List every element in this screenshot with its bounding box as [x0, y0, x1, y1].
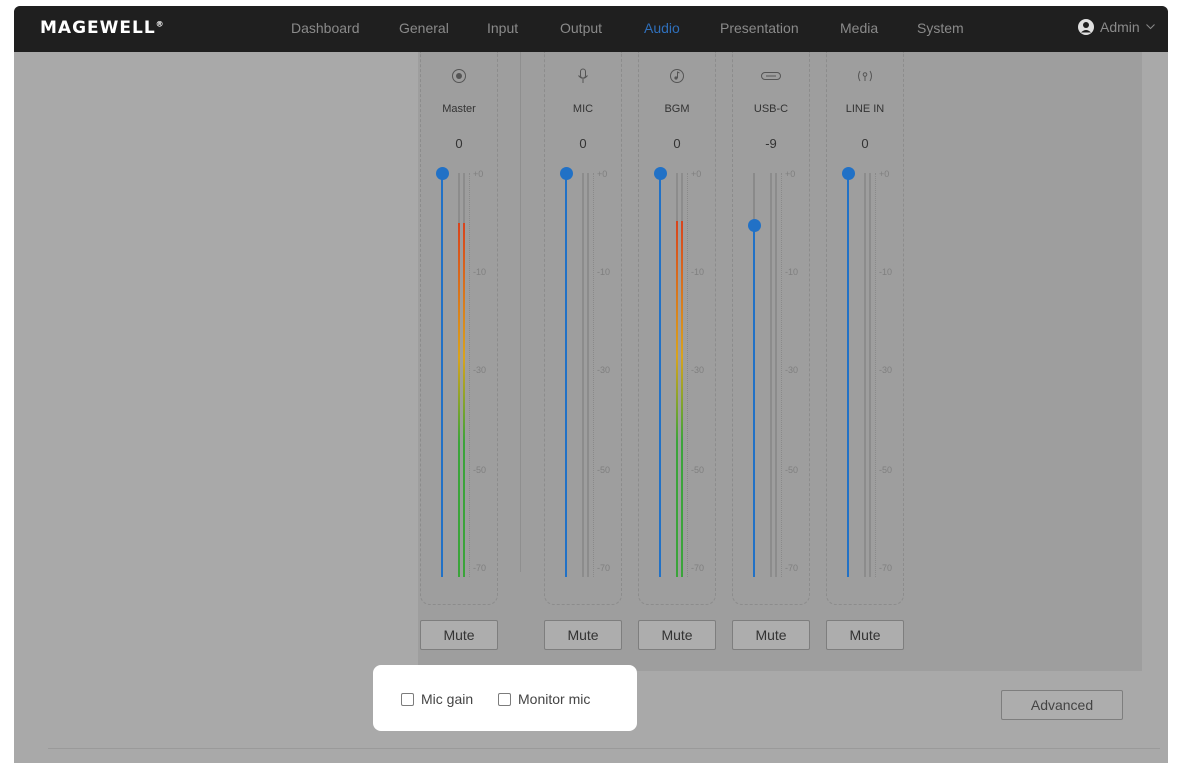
- usb-c-icon: [761, 72, 781, 80]
- scale-tick: -30: [691, 365, 705, 375]
- user-avatar-icon: [1078, 19, 1094, 35]
- nav-media[interactable]: Media: [840, 20, 878, 36]
- level-meter-left: [676, 173, 678, 577]
- master-divider: [520, 52, 521, 572]
- nav-audio[interactable]: Audio: [644, 20, 680, 36]
- scale-tick: -10: [879, 267, 893, 277]
- scale-tick: -30: [879, 365, 893, 375]
- volume-fader-knob[interactable]: [654, 167, 667, 180]
- browser-window: MAGEWELL® Dashboard General Input Output…: [14, 6, 1168, 763]
- mute-button-mic[interactable]: Mute: [544, 620, 622, 650]
- scale-tick: -70: [785, 563, 799, 573]
- level-meter-left: [458, 173, 460, 577]
- level-meter-right: [681, 173, 683, 577]
- channel-strip-bgm: BGM 0 +0 -10 -30 -50 -70: [638, 52, 716, 605]
- scale-tick: -30: [597, 365, 611, 375]
- magewell-logo[interactable]: MAGEWELL®: [40, 18, 165, 38]
- scale-tick: -30: [785, 365, 799, 375]
- record-icon: [452, 69, 466, 83]
- scale-tick: -10: [473, 267, 487, 277]
- mic-gain-checkbox[interactable]: [401, 692, 414, 706]
- scale-tick: -70: [473, 563, 487, 573]
- level-meter-left: [864, 173, 866, 577]
- microphone-icon: [578, 68, 588, 83]
- advanced-button[interactable]: Advanced: [1001, 690, 1123, 720]
- channel-strip-usb-c: USB-C -9 +0 -10 -30 -50 -70: [732, 52, 810, 605]
- logo-text: MAGEWELL: [40, 18, 156, 38]
- scale-tick: -10: [785, 267, 799, 277]
- level-meter-left: [582, 173, 584, 577]
- channel-value: 0: [861, 136, 869, 151]
- scale-tick: +0: [597, 169, 608, 179]
- nav-input[interactable]: Input: [487, 20, 518, 36]
- volume-fader-fill: [753, 224, 755, 577]
- mute-button-line-in[interactable]: Mute: [826, 620, 904, 650]
- channel-name: LINE IN: [845, 103, 885, 115]
- level-meter-right: [869, 173, 871, 577]
- volume-fader-knob[interactable]: [842, 167, 855, 180]
- user-menu[interactable]: Admin: [1078, 19, 1155, 35]
- volume-fader-knob[interactable]: [560, 167, 573, 180]
- level-meter-right: [775, 173, 777, 577]
- scale-tick: -50: [879, 465, 893, 475]
- scale-tick: -70: [597, 563, 611, 573]
- logo-trademark: ®: [155, 19, 165, 29]
- nav-presentation[interactable]: Presentation: [720, 20, 799, 36]
- channel-name: USB-C: [753, 103, 789, 115]
- scale-tick: +0: [691, 169, 702, 179]
- level-meter-right: [463, 173, 465, 577]
- scale-tick: -50: [691, 465, 705, 475]
- channel-value: -9: [765, 136, 777, 151]
- scale-tick: +0: [879, 169, 890, 179]
- mute-button-usb-c[interactable]: Mute: [732, 620, 810, 650]
- music-note-icon: [670, 69, 684, 83]
- volume-fader-knob[interactable]: [436, 167, 449, 180]
- audio-page-content: Master 0 +0 -10 -30 -50 -70 MIC 0 +0 -10…: [48, 52, 1160, 763]
- scale-tick: -10: [597, 267, 611, 277]
- monitor-mic-checkbox[interactable]: [498, 692, 511, 706]
- user-name: Admin: [1100, 19, 1140, 35]
- scale-tick: -50: [785, 465, 799, 475]
- volume-fader-fill: [847, 173, 849, 577]
- nav-dashboard[interactable]: Dashboard: [291, 20, 360, 36]
- level-meter-right: [587, 173, 589, 577]
- channel-name: Master: [442, 103, 476, 115]
- channel-name: BGM: [664, 103, 690, 115]
- volume-fader-fill: [565, 173, 567, 577]
- volume-fader-fill: [659, 173, 661, 577]
- mic-gain-option[interactable]: Mic gain: [401, 691, 473, 707]
- scale-tick: -70: [691, 563, 705, 573]
- mute-button-master[interactable]: Mute: [420, 620, 498, 650]
- scale-tick: +0: [785, 169, 796, 179]
- scale-tick: -10: [691, 267, 705, 277]
- scale-tick: -30: [473, 365, 487, 375]
- mic-gain-label: Mic gain: [421, 691, 474, 707]
- channel-strip-mic: MIC 0 +0 -10 -30 -50 -70: [544, 52, 622, 605]
- nav-output[interactable]: Output: [560, 20, 602, 36]
- channel-name: MIC: [572, 103, 594, 115]
- nav-system[interactable]: System: [917, 20, 964, 36]
- level-meter-left: [770, 173, 772, 577]
- scale-tick: +0: [473, 169, 484, 179]
- mic-options-highlight: Mic gain Monitor mic: [373, 665, 637, 731]
- channel-strip-line-in: LINE IN 0 +0 -10 -30 -50 -70: [826, 52, 904, 605]
- mute-button-bgm[interactable]: Mute: [638, 620, 716, 650]
- chevron-down-icon: [1145, 24, 1155, 30]
- monitor-mic-label: Monitor mic: [518, 691, 591, 707]
- monitor-mic-option[interactable]: Monitor mic: [498, 691, 590, 707]
- channel-value: 0: [579, 136, 587, 151]
- channel-value: 0: [455, 136, 463, 151]
- volume-fader-knob[interactable]: [748, 218, 761, 232]
- scale-tick: -50: [597, 465, 611, 475]
- nav-general[interactable]: General: [399, 20, 449, 36]
- scale-tick: -70: [879, 563, 893, 573]
- top-navigation-bar: MAGEWELL® Dashboard General Input Output…: [14, 6, 1168, 52]
- scale-tick: -50: [473, 465, 487, 475]
- channel-value: 0: [673, 136, 681, 151]
- footer-divider: [48, 748, 1160, 749]
- channel-strip-master: Master 0 +0 -10 -30 -50 -70: [420, 52, 498, 605]
- volume-fader-fill: [441, 173, 443, 577]
- line-in-icon: [858, 70, 872, 82]
